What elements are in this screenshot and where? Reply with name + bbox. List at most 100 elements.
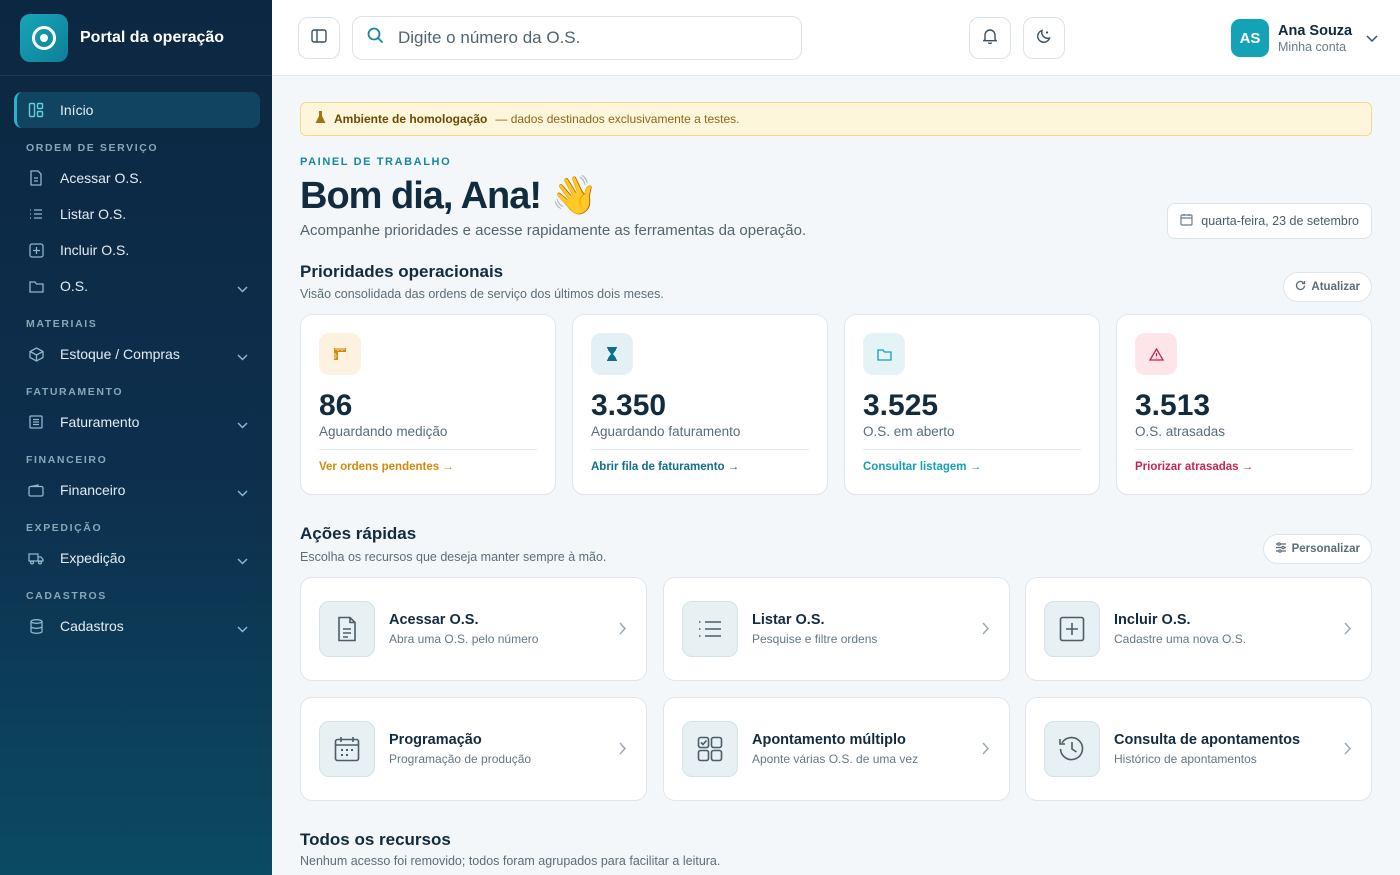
sidebar-item-label: Estoque / Compras <box>60 346 180 362</box>
notifications-button[interactable] <box>969 17 1011 59</box>
kpi-card-os-aberto[interactable]: 3.525 O.S. em aberto Consultar listagem … <box>844 314 1100 495</box>
avatar: AS <box>1231 19 1269 57</box>
calendar-icon <box>1180 213 1193 229</box>
chevron-right-icon <box>619 622 627 640</box>
folder-icon <box>28 278 44 294</box>
kpi-label: Aguardando medição <box>319 424 448 439</box>
sidebar-item-label: Incluir O.S. <box>60 242 130 258</box>
kpi-value: 86 <box>319 389 353 422</box>
all-resources-title: Todos os recursos <box>300 830 451 849</box>
warning-icon <box>1135 333 1177 375</box>
quick-action-listar-os[interactable]: Listar O.S. Pesquise e filtre ordens <box>663 577 1010 681</box>
chevron-right-icon <box>1344 622 1352 640</box>
topbar: AS Ana Souza Minha conta <box>272 0 1400 76</box>
chevron-down-icon <box>237 348 248 364</box>
wallet-icon <box>28 482 44 498</box>
brand-logo-icon <box>20 13 68 62</box>
quick-actions-title: Ações rápidas <box>300 524 417 543</box>
section-cadastros: CADASTROS <box>26 590 107 602</box>
chevron-down-icon <box>1366 29 1378 47</box>
page-subtitle: Acompanhe prioridades e acesse rapidamen… <box>300 222 807 239</box>
truck-icon <box>28 550 44 566</box>
chevron-right-icon <box>619 742 627 760</box>
chevron-right-icon <box>982 742 990 760</box>
quick-action-programacao[interactable]: Programação Programação de produção <box>300 697 647 801</box>
quick-action-incluir-os[interactable]: Incluir O.S. Cadastre uma nova O.S. <box>1025 577 1372 681</box>
brand-title: Portal da operação <box>80 28 225 46</box>
chevron-down-icon <box>237 280 248 296</box>
environment-banner: Ambiente de homologação — dados destinad… <box>300 102 1372 136</box>
section-faturamento: FATURAMENTO <box>26 386 124 398</box>
sidebar-toggle-icon <box>311 28 327 48</box>
sidebar-toggle-button[interactable] <box>298 17 340 59</box>
banner-strong: Ambiente de homologação <box>334 112 488 126</box>
action-subtitle: Pesquise e filtre ordens <box>752 632 878 646</box>
kpi-card-aguardando-medicao[interactable]: 86 Aguardando medição Ver ordens pendent… <box>300 314 556 495</box>
action-title: Acessar O.S. <box>389 612 479 628</box>
brand[interactable]: Portal da operação <box>0 0 272 76</box>
sidebar-item-expedicao[interactable]: Expedição <box>14 540 260 576</box>
list-icon <box>682 601 738 657</box>
sidebar-item-incluir-os[interactable]: Incluir O.S. <box>14 232 260 268</box>
kpi-link-listagem[interactable]: Consultar listagem → <box>863 461 1081 473</box>
sidebar-item-label: Acessar O.S. <box>60 170 143 186</box>
kpi-link-atrasadas[interactable]: Priorizar atrasadas → <box>1135 461 1353 473</box>
sidebar-item-label: Início <box>60 102 94 118</box>
sidebar-item-cadastros[interactable]: Cadastros <box>14 608 260 644</box>
chevron-right-icon <box>1344 742 1352 760</box>
quick-action-consulta-apontamentos[interactable]: Consulta de apontamentos Histórico de ap… <box>1025 697 1372 801</box>
priorities-title: Prioridades operacionais <box>300 262 504 281</box>
banner-text: — dados destinados exclusivamente a test… <box>495 112 740 126</box>
sidebar-item-estoque[interactable]: Estoque / Compras <box>14 336 260 372</box>
sidebar-item-faturamento[interactable]: Faturamento <box>14 404 260 440</box>
sidebar-item-label: Listar O.S. <box>60 206 127 222</box>
user-account-label: Minha conta <box>1278 39 1347 54</box>
kpi-value: 3.350 <box>591 389 667 422</box>
section-ordem-servico: ORDEM DE SERVIÇO <box>26 142 159 154</box>
action-subtitle: Aponte várias O.S. de uma vez <box>752 752 919 766</box>
sidebar-item-inicio[interactable]: Início <box>14 92 260 128</box>
action-title: Incluir O.S. <box>1114 612 1191 628</box>
priorities-subtitle: Visão consolidada das ordens de serviço … <box>300 287 664 301</box>
kpi-link-faturamento[interactable]: Abrir fila de faturamento → <box>591 461 809 473</box>
search-input[interactable] <box>398 28 778 48</box>
document-icon <box>28 170 44 186</box>
history-clock-icon <box>1044 721 1100 777</box>
page-eyebrow: PAINEL DE TRABALHO <box>300 156 452 168</box>
date-text: quarta-feira, 23 de setembro <box>1201 214 1359 228</box>
customize-label: Personalizar <box>1291 543 1360 555</box>
document-icon <box>319 601 375 657</box>
action-subtitle: Abra uma O.S. pelo número <box>389 632 539 646</box>
sidebar-item-acessar-os[interactable]: Acessar O.S. <box>14 160 260 196</box>
quick-actions-subtitle: Escolha os recursos que deseja manter se… <box>300 550 607 564</box>
search-box <box>352 16 802 60</box>
kpi-card-aguardando-faturamento[interactable]: 3.350 Aguardando faturamento Abrir fila … <box>572 314 828 495</box>
sidebar-item-financeiro[interactable]: Financeiro <box>14 472 260 508</box>
box-icon <box>28 346 44 362</box>
moon-icon <box>1036 28 1052 49</box>
page-title: Bom dia, Ana! 👋 <box>300 175 598 217</box>
customize-button[interactable]: Personalizar <box>1262 534 1372 564</box>
sidebar-item-listar-os[interactable]: Listar O.S. <box>14 196 260 232</box>
user-menu[interactable]: AS Ana Souza Minha conta <box>1231 19 1378 57</box>
plus-square-icon <box>1044 601 1100 657</box>
user-name: Ana Souza <box>1278 22 1353 39</box>
sidebar-item-os[interactable]: O.S. <box>14 268 260 304</box>
invoice-icon <box>28 414 44 430</box>
sidebar-item-label: Financeiro <box>60 482 126 498</box>
refresh-button[interactable]: Atualizar <box>1283 272 1372 302</box>
quick-action-apontamento-multiplo[interactable]: Apontamento múltiplo Aponte várias O.S. … <box>663 697 1010 801</box>
folder-icon <box>863 333 905 375</box>
list-icon <box>28 206 44 222</box>
sidebar-item-label: Cadastros <box>60 618 124 634</box>
kpi-card-os-atrasadas[interactable]: 3.513 O.S. atrasadas Priorizar atrasadas… <box>1116 314 1372 495</box>
kpi-value: 3.513 <box>1135 389 1211 422</box>
kpi-link-pendentes[interactable]: Ver ordens pendentes → <box>319 461 537 473</box>
sliders-icon <box>1275 542 1287 556</box>
kpi-label: O.S. em aberto <box>863 424 955 439</box>
quick-action-acessar-os[interactable]: Acessar O.S. Abra uma O.S. pelo número <box>300 577 647 681</box>
refresh-label: Atualizar <box>1311 281 1360 293</box>
database-icon <box>28 618 44 634</box>
theme-toggle-button[interactable] <box>1023 17 1065 59</box>
section-expedicao: EXPEDIÇÃO <box>26 522 103 534</box>
